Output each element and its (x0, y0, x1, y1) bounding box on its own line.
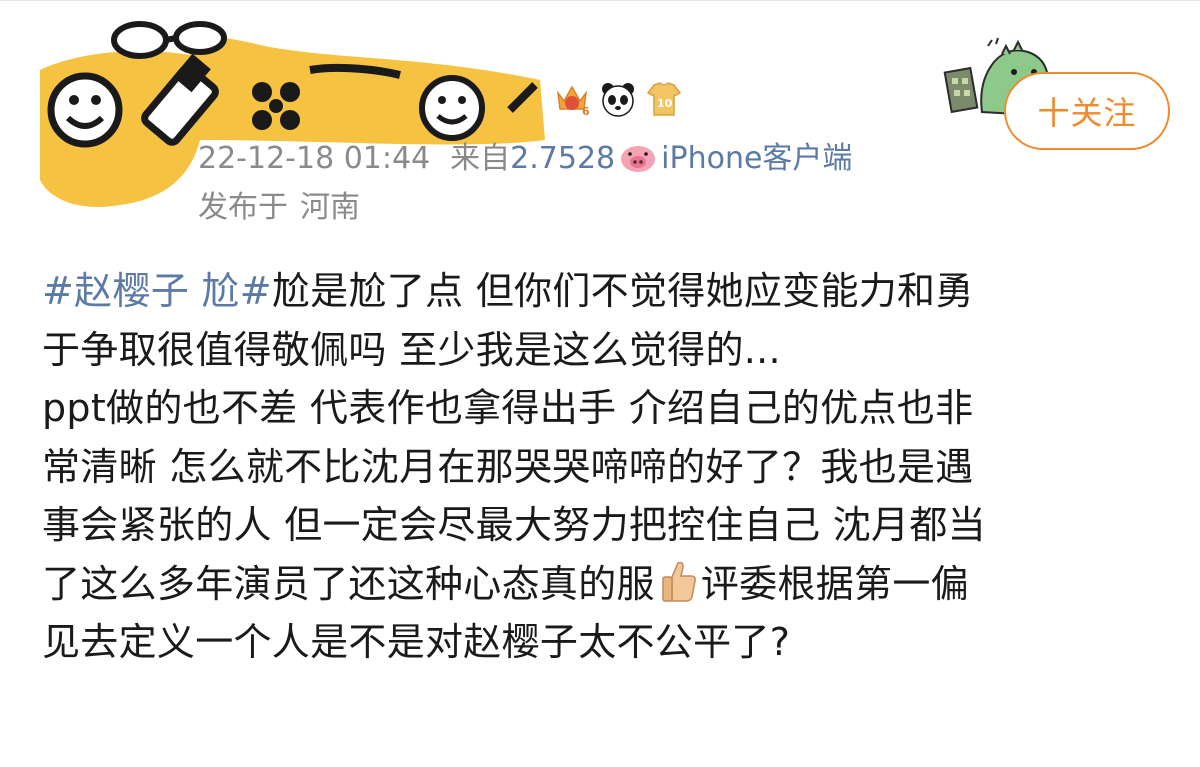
post-text-1: 尬是尬了点 但你们不觉得她应变能力和勇 (271, 269, 974, 313)
post-line-2: 于争取很值得敬佩吗 至少我是这么觉得的... (42, 327, 781, 372)
post-body: #赵樱子 尬#尬是尬了点 但你们不觉得她应变能力和勇 于争取很值得敬佩吗 至少我… (42, 262, 1172, 672)
post-line-4: 常清晰 怎么就不比沈月在那哭哭啼啼的好了？我也是遇 (42, 444, 974, 489)
jersey-badge-number: 10 (657, 97, 673, 110)
post-text-6b: 评委根据第一偏 (700, 561, 969, 606)
post-line-3: ppt做的也不差 代表作也拿得出手 介绍自己的优点也非 (42, 386, 974, 430)
post-timestamp: 22-12-18 01:44 (198, 141, 431, 176)
crown-badge-level: 6 (582, 105, 590, 118)
user-badges: 6 10 (552, 76, 684, 122)
post-meta: 22-12-18 01:44 来自 2.7528 iPhone客户端 (198, 136, 852, 182)
hashtag-link[interactable]: #赵樱子 尬# (42, 269, 272, 313)
location-prefix: 发布于 (198, 190, 288, 225)
post-line-1: #赵樱子 尬#尬是尬了点 但你们不觉得她应变能力和勇 (42, 262, 1172, 321)
smiley-face-icon-2 (419, 75, 485, 141)
thumbs-up-emoji-icon (662, 561, 696, 602)
pig-emoji-icon (621, 146, 656, 172)
jersey-badge-icon[interactable]: 10 (644, 79, 684, 119)
post-line-6: 了这么多年演员了还这种心态真的服 评委根据第一偏 (42, 555, 1172, 614)
post-location: 发布于 河南 (198, 186, 360, 230)
source-name-part-a[interactable]: 2.7528 (510, 136, 615, 182)
crown-badge-icon[interactable]: 6 (552, 79, 592, 119)
post-line-5: 事会紧张的人 但一定会尽最大努力把控住自己 沈月都当 (42, 503, 986, 547)
location-value: 河南 (300, 190, 360, 225)
follow-button-label: 十关注 (1037, 94, 1137, 132)
source-prefix: 来自 (450, 141, 511, 176)
source-name-part-b[interactable]: iPhone客户端 (661, 136, 852, 182)
follow-button[interactable]: 十关注 (1004, 72, 1170, 150)
post-text-6a: 了这么多年演员了还这种心态真的服 (42, 561, 655, 606)
post-line-7: 见去定义一个人是不是对赵樱子太不公平了? (42, 620, 791, 664)
smiley-face-icon (47, 72, 123, 148)
panda-badge-icon[interactable] (598, 79, 638, 119)
